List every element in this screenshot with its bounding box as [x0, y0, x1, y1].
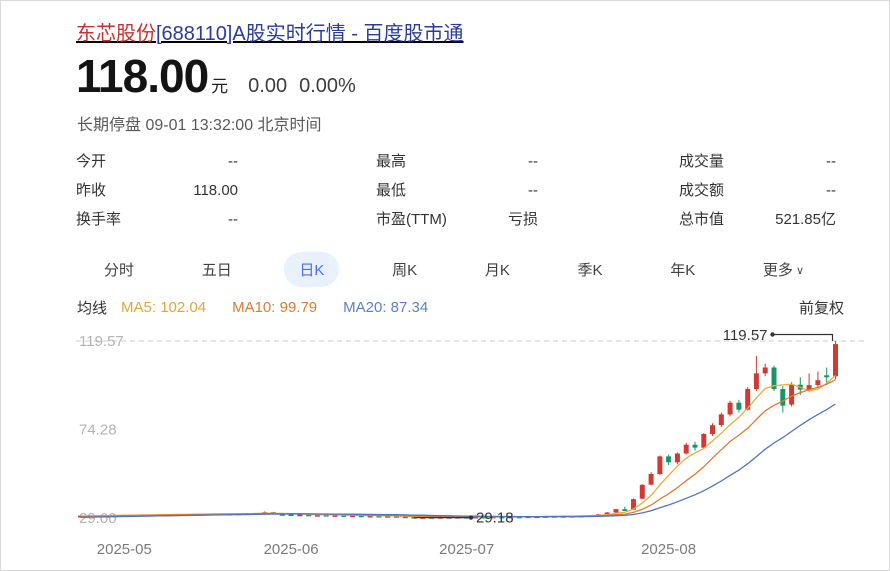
svg-text:119.57: 119.57	[79, 333, 124, 350]
svg-text:2025-08: 2025-08	[641, 541, 696, 558]
stock-quote-page: 东芯股份[688110]A股实时行情 - 百度股市通 118.00 元 0.00…	[0, 0, 890, 571]
svg-text:2025-06: 2025-06	[264, 541, 319, 558]
svg-text:74.28: 74.28	[79, 422, 117, 439]
kline-chart[interactable]: 119.57 74.28 29.00 2025-05 2025-06 2025-07 202…	[1, 1, 889, 570]
svg-text:119.57: 119.57	[723, 327, 768, 344]
svg-text:29.18: 29.18	[476, 510, 514, 527]
svg-text:29.00: 29.00	[79, 510, 117, 527]
svg-text:2025-07: 2025-07	[439, 541, 494, 558]
svg-text:2025-05: 2025-05	[97, 541, 152, 558]
